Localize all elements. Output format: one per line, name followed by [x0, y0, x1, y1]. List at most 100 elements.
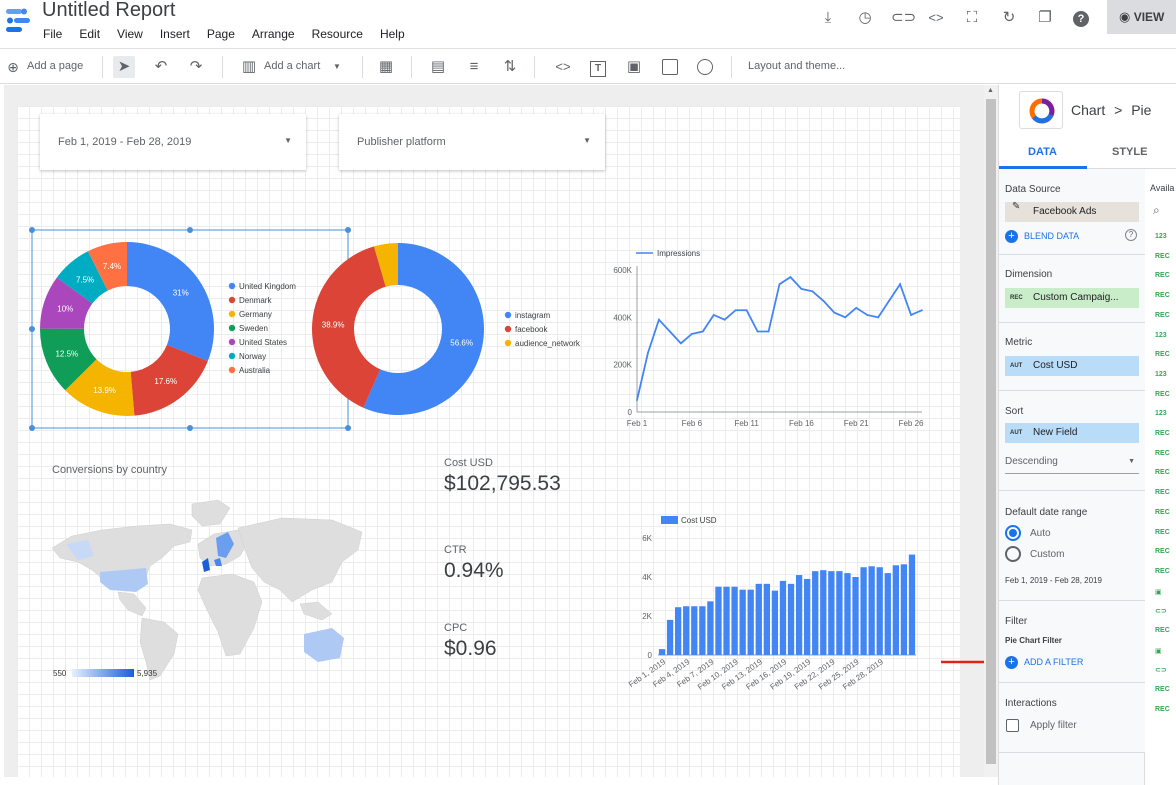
scrollbar-thumb[interactable] [986, 99, 996, 764]
fullscreen-icon[interactable]: ⛶ [962, 8, 982, 28]
cost-bar[interactable] [812, 571, 819, 655]
field-type-icon[interactable]: REC [1155, 627, 1170, 634]
undo-icon[interactable]: ↶ [150, 56, 172, 78]
cost-bar[interactable] [876, 567, 883, 655]
cost-bar[interactable] [820, 570, 827, 655]
field-type-icon[interactable]: REC [1155, 686, 1170, 693]
menu-edit[interactable]: Edit [79, 27, 100, 41]
field-type-icon[interactable]: REC [1155, 391, 1170, 398]
field-type-icon[interactable]: REC [1155, 351, 1170, 358]
platform-donut-chart[interactable]: 56.6% 38.9% instagram facebook audience_net… [310, 238, 600, 422]
canvas-scrollbar[interactable]: ▲ [984, 85, 998, 777]
add-chart-button[interactable]: Add a chart [264, 60, 320, 72]
cost-bar[interactable] [844, 573, 851, 655]
cost-bar[interactable] [804, 578, 811, 655]
tab-data[interactable]: DATA [1028, 146, 1057, 158]
date-range-control[interactable]: Feb 1, 2019 - Feb 28, 2019 ▼ [40, 114, 306, 170]
add-filter-button[interactable]: + ADD A FILTER [1005, 656, 1083, 669]
image-icon[interactable]: ▣ [623, 56, 645, 78]
cost-bar[interactable] [852, 577, 859, 655]
cost-bar[interactable] [884, 573, 891, 655]
text-box-icon[interactable]: T [587, 56, 609, 78]
cost-bar[interactable] [771, 590, 779, 655]
cost-bar[interactable] [683, 606, 690, 655]
cost-bar[interactable] [675, 607, 682, 655]
copy-icon[interactable]: ❐ [1035, 8, 1055, 28]
publisher-platform-filter[interactable]: Publisher platform ▼ [339, 114, 605, 170]
cost-bar[interactable] [723, 586, 730, 655]
cost-bar[interactable] [779, 580, 787, 655]
link-icon[interactable]: ⊂⊃ [891, 8, 916, 28]
cost-bar[interactable] [755, 583, 762, 655]
metric-chip[interactable]: AUT Cost USD [1005, 356, 1139, 376]
cost-bar[interactable] [715, 586, 722, 655]
cost-bar[interactable] [691, 606, 698, 655]
sort-chip[interactable]: AUT New Field [1005, 423, 1139, 443]
field-type-icon[interactable]: REC [1155, 292, 1170, 299]
cost-bar[interactable] [699, 606, 706, 655]
field-type-icon[interactable]: REC [1155, 548, 1170, 555]
report-title[interactable]: Untitled Report [42, 0, 175, 22]
date-auto-radio[interactable] [1005, 525, 1021, 541]
help-icon[interactable]: ? [1071, 8, 1091, 28]
download-icon[interactable]: ⤓ [818, 8, 838, 28]
cost-bar[interactable] [666, 619, 674, 655]
cost-bar[interactable] [763, 583, 770, 655]
field-type-icon[interactable]: REC [1155, 450, 1170, 457]
cost-bar[interactable] [731, 586, 738, 655]
select-cursor-icon[interactable]: ➤ [113, 56, 135, 78]
date-custom-radio[interactable] [1005, 546, 1021, 562]
chart-type-selector[interactable] [1019, 91, 1063, 129]
donut-slice[interactable] [127, 242, 214, 362]
data-control-icon[interactable]: ⇅ [499, 56, 521, 78]
resize-handle[interactable] [345, 227, 351, 233]
cost-bar[interactable] [908, 554, 916, 655]
impressions-series-line[interactable] [636, 275, 923, 401]
refresh-icon[interactable]: ↻ [999, 8, 1019, 28]
resize-handle[interactable] [187, 425, 193, 431]
conversions-world-map[interactable] [42, 486, 372, 686]
field-type-icon[interactable]: REC [1155, 509, 1170, 516]
cost-bar[interactable] [658, 649, 666, 655]
blend-data-button[interactable]: + BLEND DATA [1005, 230, 1079, 243]
cost-bar[interactable] [892, 565, 899, 655]
dimension-chip[interactable]: REC Custom Campaig... [1005, 288, 1139, 308]
cost-bar[interactable] [868, 566, 875, 655]
rectangle-icon[interactable] [659, 56, 681, 78]
redo-icon[interactable]: ↷ [185, 56, 207, 78]
cost-bar[interactable] [900, 564, 908, 655]
cost-bar[interactable] [787, 583, 795, 655]
date-range-icon[interactable]: ▤ [427, 56, 449, 78]
add-page-button[interactable]: Add a page [27, 60, 83, 72]
field-type-icon[interactable]: REC [1155, 272, 1170, 279]
resize-handle[interactable] [29, 326, 35, 332]
field-type-icon[interactable]: ▣ [1155, 588, 1162, 596]
field-type-icon[interactable]: REC [1155, 529, 1170, 536]
field-type-icon[interactable]: REC [1155, 253, 1170, 260]
chevron-down-icon[interactable]: ▼ [333, 62, 341, 71]
field-type-icon[interactable]: REC [1155, 489, 1170, 496]
filter-control-icon[interactable]: ≡ [463, 56, 485, 78]
tab-style[interactable]: STYLE [1112, 146, 1147, 158]
cost-bar[interactable] [739, 589, 746, 655]
menu-resource[interactable]: Resource [312, 27, 363, 41]
cost-bar[interactable] [707, 601, 714, 655]
url-embed-icon[interactable]: <> [552, 56, 574, 78]
menu-insert[interactable]: Insert [160, 27, 190, 41]
field-type-icon[interactable]: 123 [1155, 332, 1167, 339]
field-type-icon[interactable]: REC [1155, 568, 1170, 575]
cost-bar[interactable] [747, 589, 754, 655]
field-type-icon[interactable]: ⊂⊃ [1155, 666, 1167, 674]
sort-order-select[interactable]: Descending ▼ [1005, 456, 1139, 474]
field-type-icon[interactable]: ▣ [1155, 647, 1162, 655]
circle-icon[interactable] [694, 56, 716, 78]
add-page-icon[interactable]: ⊕ [2, 56, 24, 78]
field-type-icon[interactable]: REC [1155, 469, 1170, 476]
cost-bar[interactable] [828, 571, 835, 655]
impressions-line-chart[interactable]: 0 200K 400K 600K Feb 1 Feb 6 Feb 11 Feb 16 Feb 2… [596, 242, 932, 432]
scroll-up-icon[interactable]: ▲ [987, 87, 994, 94]
cost-bar[interactable] [795, 575, 803, 655]
help-icon[interactable]: ? [1125, 229, 1137, 241]
resize-handle[interactable] [29, 227, 35, 233]
resize-handle[interactable] [345, 425, 351, 431]
